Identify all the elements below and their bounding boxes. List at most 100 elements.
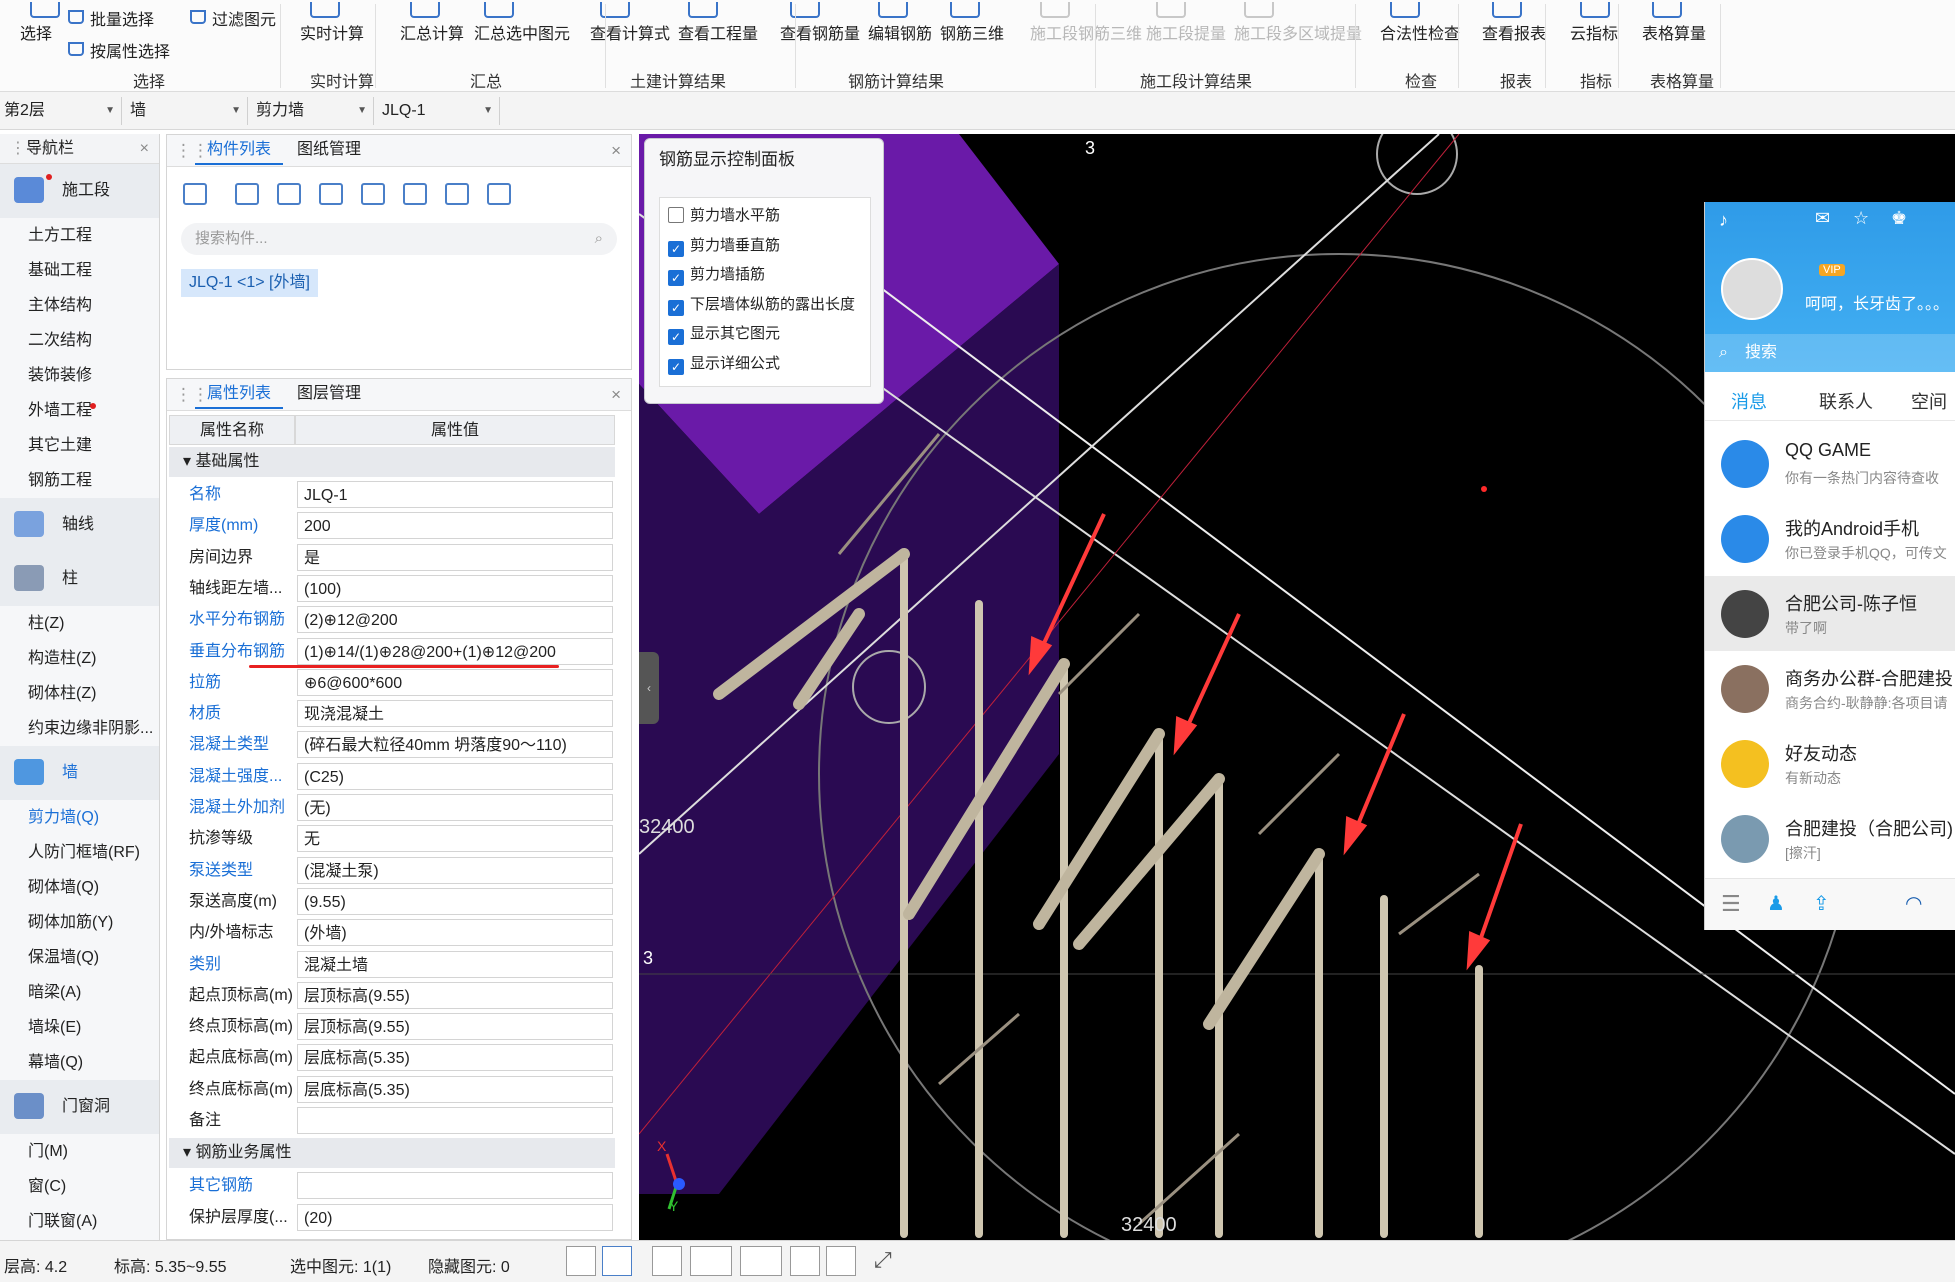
ribbon-button[interactable]: 施工段多区域提量 (1234, 2, 1362, 44)
app-icon[interactable]: ◠ (1905, 891, 1922, 916)
qq-contact-row[interactable]: 我的Android手机 你已登录手机QQ，可传文 (1705, 501, 1955, 576)
property-value-field[interactable]: 层顶标高(9.55) (297, 981, 613, 1009)
bell-icon[interactable]: ♪ (1719, 210, 1728, 231)
tab-contacts[interactable]: 联系人 (1819, 388, 1873, 414)
property-value-field[interactable] (297, 1172, 613, 1200)
shirt-icon[interactable]: ♚ (1891, 208, 1907, 229)
property-value-field[interactable]: (100) (297, 574, 613, 602)
nav-item[interactable]: 主体结构 (0, 288, 159, 323)
filter-icon[interactable] (361, 183, 385, 205)
property-value-field[interactable]: JLQ-1 (297, 481, 613, 508)
drag-handle-icon[interactable]: ⋮⋮ (10, 134, 42, 164)
tab-space[interactable]: 空间 (1911, 388, 1947, 414)
checkbox-icon[interactable]: ✓ (668, 358, 684, 375)
tab-property-list[interactable]: 属性列表 (195, 379, 284, 409)
drag-handle-icon[interactable]: ⋮⋮ (175, 141, 209, 161)
property-section-header[interactable]: ▾ 基础属性 (169, 447, 615, 477)
list-view-icon[interactable] (487, 183, 511, 205)
property-value-field[interactable]: (C25) (297, 762, 613, 790)
component-list-item[interactable]: JLQ-1 <1> [外墙] (181, 269, 318, 297)
property-value-field[interactable]: 200 (297, 512, 613, 540)
ribbon-button[interactable]: 施工段提量 (1146, 2, 1226, 44)
close-icon[interactable]: × (611, 141, 621, 161)
ribbon-button[interactable]: 选择 (20, 2, 60, 44)
nav-item[interactable]: 外墙工程 (0, 393, 159, 428)
checkbox-icon[interactable]: ✓ (668, 240, 684, 257)
nav-item[interactable]: 二次结构 (0, 323, 159, 358)
ribbon-button[interactable]: 查看工程量 (678, 2, 758, 44)
nav-item[interactable]: 人防门框墙(RF) (0, 835, 159, 870)
qq-signature[interactable]: 呵呵，长牙齿了。。。 (1805, 290, 1949, 314)
box-select-icon[interactable] (602, 1246, 632, 1276)
nav-item[interactable]: 窗(C) (0, 1169, 159, 1204)
tab-messages[interactable]: 消息 (1731, 388, 1767, 414)
ribbon-button[interactable]: 过滤图元 (190, 6, 276, 30)
ribbon-button[interactable]: 按属性选择 (68, 38, 170, 62)
ribbon-button[interactable]: 合法性检查 (1380, 2, 1460, 44)
sort-icon[interactable] (445, 183, 469, 205)
type-select[interactable]: 墙 ▼ (126, 97, 248, 125)
new-component-icon[interactable] (183, 183, 207, 205)
ribbon-button[interactable]: 编辑钢筋 (868, 2, 932, 44)
property-value-field[interactable]: (外墙) (297, 919, 613, 947)
avatar[interactable] (1721, 258, 1783, 320)
nav-category[interactable]: 墙 (0, 746, 159, 800)
close-icon[interactable]: × (611, 385, 621, 405)
export-icon[interactable] (403, 183, 427, 205)
nav-item[interactable]: 装饰装修 (0, 358, 159, 393)
tab-layer-management[interactable]: 图层管理 (285, 379, 373, 409)
ribbon-button[interactable]: 表格算量 (1642, 2, 1706, 44)
ribbon-button[interactable]: 批量选择 (68, 6, 154, 30)
nav-item[interactable]: 剪力墙(Q) (0, 800, 159, 835)
ribbon-button[interactable]: 查看计算式 (590, 2, 670, 44)
nav-item[interactable]: 保温墙(Q) (0, 940, 159, 975)
star-icon[interactable]: ☆ (1853, 208, 1869, 229)
ribbon-button[interactable]: 汇总计算 (400, 2, 464, 44)
property-value-field[interactable]: (无) (297, 794, 613, 821)
ribbon-button[interactable]: 钢筋三维 (940, 2, 1004, 44)
search-icon[interactable]: ⌕ (595, 223, 603, 255)
drag-handle-icon[interactable]: ⋮⋮ (175, 385, 209, 405)
nav-item[interactable]: 基础工程 (0, 253, 159, 288)
ortho-icon[interactable] (566, 1246, 596, 1276)
rebar-option-checkbox[interactable]: ✓ 显示详细公式 (668, 352, 780, 376)
upload-icon[interactable]: ⇪ (1813, 891, 1830, 916)
ribbon-button[interactable]: 汇总选中图元 (474, 2, 570, 44)
property-value-field[interactable]: (9.55) (297, 887, 613, 915)
cross-select-icon[interactable] (652, 1246, 682, 1276)
nav-category[interactable]: 柱 (0, 552, 159, 606)
nav-item[interactable]: 门(M) (0, 1134, 159, 1169)
nav-item[interactable]: 其它土建 (0, 428, 159, 463)
component-select[interactable]: JLQ-1 ▼ (378, 97, 500, 125)
nav-item[interactable]: 墙垛(E) (0, 1010, 159, 1045)
layer-copy-icon[interactable] (319, 183, 343, 205)
qq-contact-row[interactable]: QQ GAME 你有一条热门内容待查收 (1705, 426, 1955, 501)
ribbon-button[interactable]: 云指标 (1570, 2, 1618, 44)
close-icon[interactable]: × (140, 134, 149, 164)
dimension-snap-icon[interactable] (740, 1246, 782, 1276)
floor-select[interactable]: 第2层 ▼ (0, 97, 122, 125)
rebar-option-checkbox[interactable]: ✓ 显示其它图元 (668, 322, 780, 346)
delete-icon[interactable] (277, 183, 301, 205)
fullscreen-icon[interactable]: ⤢ (874, 1247, 892, 1273)
rebar-option-checkbox[interactable]: ✓ 下层墙体纵筋的露出长度 (668, 293, 855, 317)
property-value-field[interactable]: (20) (297, 1203, 613, 1231)
ribbon-button[interactable]: 实时计算 (300, 2, 364, 44)
nav-item[interactable]: 砌体柱(Z) (0, 676, 159, 711)
mail-icon[interactable]: ✉ (1815, 208, 1830, 229)
property-value-field[interactable]: (碎石最大粒径40mm 坍落度90～110) (297, 731, 613, 759)
rebar-option-checkbox[interactable]: ✓ 剪力墙垂直筋 (668, 234, 780, 258)
property-value-field[interactable]: 层底标高(5.35) (297, 1044, 613, 1072)
nav-item[interactable]: 幕墙(Q) (0, 1045, 159, 1080)
rebar-option-checkbox[interactable]: 剪力墙水平筋 (668, 204, 780, 228)
menu-icon[interactable]: ☰ (1721, 891, 1741, 917)
nav-item[interactable]: 砌体墙(Q) (0, 870, 159, 905)
tab-component-list[interactable]: 构件列表 (195, 135, 284, 165)
nav-item[interactable]: 约束边缘非阴影... (0, 711, 159, 746)
nav-category[interactable]: 施工段 (0, 164, 159, 218)
property-value-field[interactable]: 是 (297, 543, 613, 571)
nav-item[interactable]: 钢筋工程 (0, 463, 159, 498)
property-value-field[interactable]: 层顶标高(9.55) (297, 1013, 613, 1041)
property-value-field[interactable]: 层底标高(5.35) (297, 1075, 613, 1103)
checkbox-icon[interactable]: ✓ (668, 299, 684, 316)
